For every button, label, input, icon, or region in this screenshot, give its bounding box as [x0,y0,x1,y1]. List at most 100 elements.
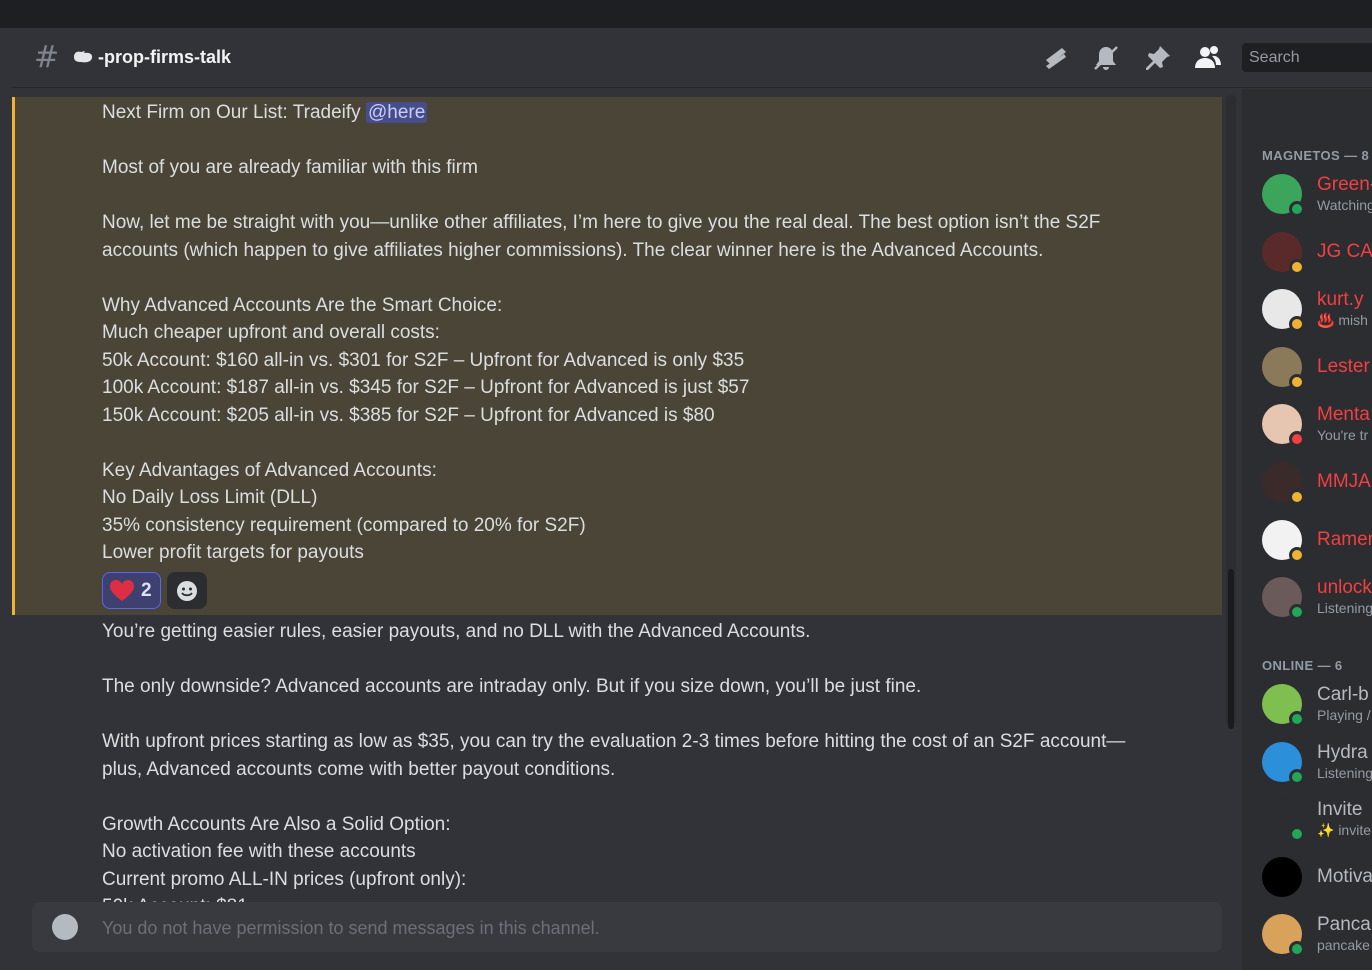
member-item[interactable]: Ramer [1262,520,1372,566]
message-line [102,182,1162,210]
member-item[interactable]: JG CA [1262,232,1372,278]
message-line: accounts (which happen to give affiliate… [102,237,1162,265]
status-indicator [1289,547,1305,563]
search-input[interactable]: Search [1242,43,1372,72]
member-name: JG CA [1317,241,1372,262]
member-item[interactable]: kurt.y ♨️ mish [1262,289,1372,335]
message-line-text: You’re getting easier rules, easier payo… [102,621,811,642]
message-line-text: No Daily Loss Limit (DLL) [102,487,318,508]
window-titlebar [0,0,1372,28]
message-line-text: 35% consistency requirement (compared to… [102,514,586,536]
message-line-text: No activation fee with these accounts [102,841,416,862]
pinned-messages-icon[interactable] [1142,42,1174,74]
message-composer: You do not have permission to send messa… [32,902,1222,952]
message-line: Key Advantages of Advanced Accounts: [102,457,1162,485]
channel-name: -prop-firms-talk [98,47,232,67]
message-line: No Daily Loss Limit (DLL) [102,484,1162,512]
here-mention[interactable]: @here [365,102,428,123]
member-name: Menta [1317,404,1370,425]
message-line: Most of you are already familiar with th… [102,154,1162,182]
member-name: Invite [1317,799,1363,820]
status-indicator [1289,604,1305,620]
app-shell: # -prop-firms-talk Search Next Firm on O… [12,28,1372,970]
member-activity: pancake [1317,937,1370,953]
member-activity: ♨️ mish [1317,312,1368,328]
message-line-text: Lower profit targets for payouts [102,542,364,563]
add-reaction-button[interactable] [166,572,207,609]
scrollbar-thumb[interactable] [1228,569,1234,729]
status-indicator [1289,316,1305,332]
status-indicator [1289,711,1305,727]
message-line: With upfront prices starting as low as $… [102,728,1162,756]
channel-hash-icon: # [34,40,60,75]
member-name: Hydra [1317,742,1368,763]
member-item[interactable]: Carl-b Playing / [1262,684,1372,730]
member-name: Motiva [1317,866,1372,887]
message-line: 35% consistency requirement (compared to… [102,512,1162,540]
message-line: Now, let me be straight with you—unlike … [102,209,1162,237]
member-item[interactable]: Panca pancake [1262,914,1372,960]
message-line [102,127,1162,155]
message-line-text: plus, Advanced accounts come with better… [102,758,616,780]
member-item[interactable]: Lester [1262,347,1372,393]
message-line-text: With upfront prices starting as low as $… [102,731,1126,752]
notification-bell-muted-icon[interactable] [1090,42,1122,74]
message-line [102,783,1162,811]
following-message-content: You’re getting easier rules, easier payo… [102,618,1162,948]
message-line: Next Firm on Our List: Tradeify @here [102,99,1162,127]
composer-placeholder: You do not have permission to send messa… [102,918,600,938]
smiley-icon [176,580,197,601]
member-item[interactable]: Hydra Listening [1262,742,1372,788]
heart-reaction[interactable]: 2 [102,572,161,609]
message-line [102,701,1162,729]
message-line-text: Current promo ALL-IN prices (upfront onl… [102,868,467,890]
message-line [102,646,1162,674]
message-line: 100k Account: $187 all-in vs. $345 for S… [102,374,1162,402]
message-line: 150k Account: $205 all-in vs. $385 for S… [102,402,1162,430]
avatar [1262,857,1302,897]
message-line: 50k Account: $160 all-in vs. $301 for S2… [102,347,1162,375]
message-line [102,429,1162,457]
member-item[interactable]: unlock Listening [1262,577,1372,623]
message-line-text: Much cheaper upfront and overall costs: [102,322,440,343]
threads-icon[interactable] [1040,42,1072,74]
status-indicator [1289,941,1305,957]
member-name: Ramer [1317,529,1372,550]
heart-icon [110,579,134,601]
member-name: Green- [1317,174,1372,195]
member-activity: ✨ invite [1317,822,1372,838]
message-line: Much cheaper upfront and overall costs: [102,319,1162,347]
member-item[interactable]: MMJA [1262,462,1372,508]
member-activity: Watching [1317,197,1372,213]
message-list: Next Firm on Our List: Tradeify @here Mos… [12,89,1242,970]
status-indicator [1289,201,1305,217]
message-line: You’re getting easier rules, easier payo… [102,618,1162,646]
message-line: The only downside? Advanced accounts are… [102,673,1162,701]
member-name: Carl-b [1317,684,1369,705]
message-line-text: The only downside? Advanced accounts are… [102,676,922,697]
member-item[interactable]: Motiva [1262,857,1372,903]
message-line-text: Key Advantages of Advanced Accounts: [102,459,437,481]
message-line-text: 100k Account: $187 all-in vs. $345 for S… [102,377,750,398]
member-name: Lester [1317,356,1370,377]
member-name: Panca [1317,914,1371,935]
member-name: MMJA [1317,471,1371,492]
member-list-icon[interactable] [1192,42,1224,74]
member-item[interactable]: Green- Watching [1262,174,1372,220]
member-activity: Playing / [1317,707,1371,723]
message-line [102,264,1162,292]
message-line-text: Most of you are already familiar with th… [102,157,478,178]
status-indicator [1289,826,1305,842]
highlighted-message-content: Next Firm on Our List: Tradeify @here Mos… [102,99,1162,567]
member-item[interactable]: Menta You're tr [1262,404,1372,450]
message-line-text: Next Firm on Our List: Tradeify [102,102,366,123]
member-activity: Listening [1317,600,1372,616]
status-indicator [1289,489,1305,505]
message-line: Current promo ALL-IN prices (upfront onl… [102,866,1162,894]
member-activity: Listening [1317,765,1372,781]
message-line-text: Now, let me be straight with you—unlike … [102,212,1101,233]
reaction-count: 2 [141,579,152,601]
channel-emoji-icon [74,51,93,63]
plus-icon [52,914,78,940]
member-item[interactable]: Invite ✨ invite [1262,799,1372,845]
